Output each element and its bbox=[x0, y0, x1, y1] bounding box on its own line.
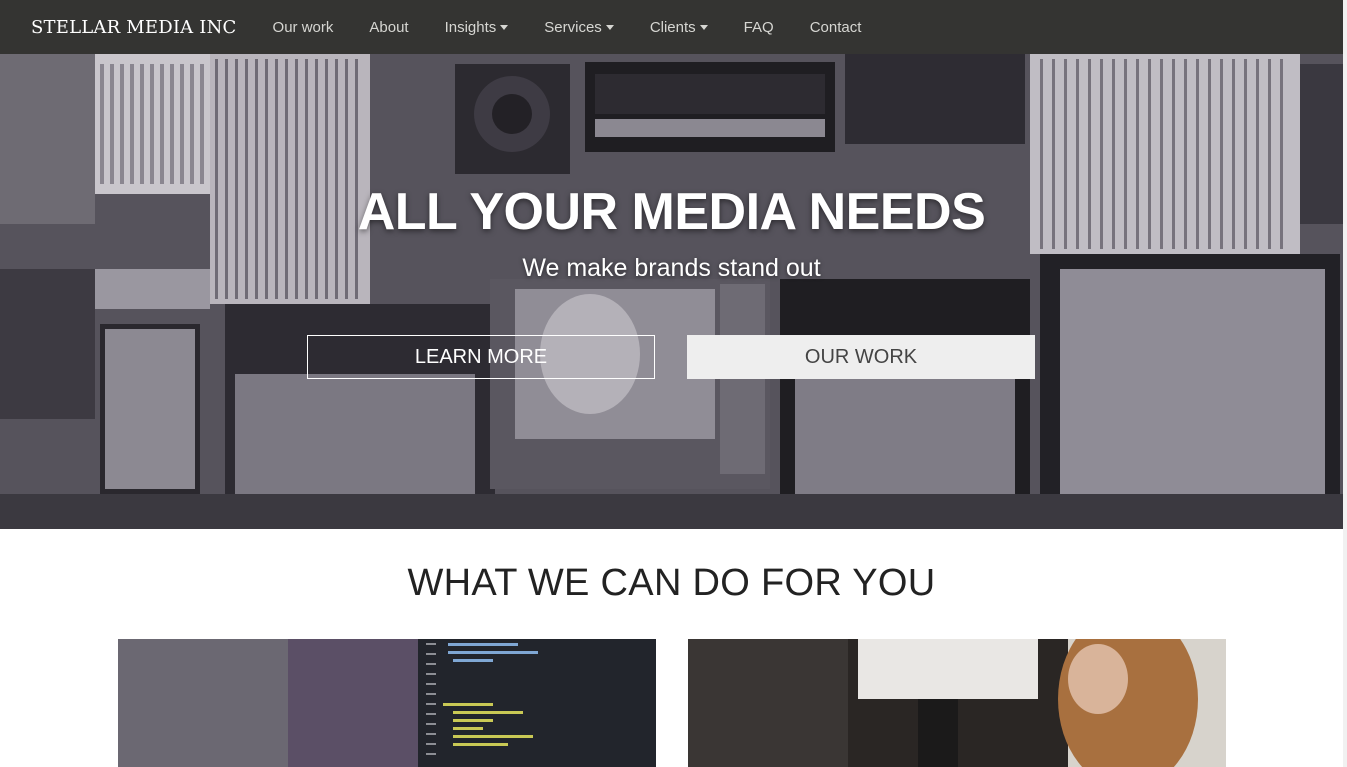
caret-down-icon bbox=[699, 25, 708, 30]
code-editor-photo bbox=[118, 639, 656, 767]
nav-item-label: About bbox=[369, 18, 409, 36]
hero-title: ALL YOUR MEDIA NEEDS bbox=[357, 183, 986, 241]
service-card-image-team[interactable] bbox=[688, 639, 1226, 767]
section-title: WHAT WE CAN DO FOR YOU bbox=[407, 562, 936, 604]
caret-down-icon bbox=[605, 25, 614, 30]
page-scrollbar[interactable] bbox=[1343, 0, 1347, 767]
our-work-button[interactable]: OUR WORK bbox=[687, 335, 1035, 379]
hero-background-image bbox=[0, 54, 1343, 529]
nav-item-label: Clients bbox=[649, 18, 696, 36]
nav-item-label: Contact bbox=[809, 18, 862, 36]
nav-item-label: Insights bbox=[444, 18, 497, 36]
hero-section: ALL YOUR MEDIA NEEDS We make brands stan… bbox=[0, 54, 1343, 529]
nav-item-services[interactable]: Services bbox=[526, 19, 632, 36]
nav-item-label: FAQ bbox=[743, 18, 774, 36]
learn-more-button[interactable]: LEARN MORE bbox=[307, 335, 655, 379]
nav-item-label: Our work bbox=[272, 18, 334, 36]
nav-item-our-work[interactable]: Our work bbox=[255, 19, 352, 36]
navbar: STELLAR MEDIA INC Our work About Insight… bbox=[0, 0, 1343, 54]
caret-down-icon bbox=[500, 25, 509, 30]
people-working-photo bbox=[688, 639, 1226, 767]
nav-item-about[interactable]: About bbox=[351, 19, 426, 36]
nav-links: Our work About Insights Services Clients… bbox=[255, 19, 880, 36]
service-card-image-code[interactable] bbox=[118, 639, 656, 767]
brand-logo[interactable]: STELLAR MEDIA INC bbox=[31, 17, 237, 38]
hero-subtitle: We make brands stand out bbox=[522, 254, 821, 282]
nav-item-faq[interactable]: FAQ bbox=[726, 19, 792, 36]
nav-item-contact[interactable]: Contact bbox=[792, 19, 880, 36]
nav-item-clients[interactable]: Clients bbox=[632, 19, 726, 36]
nav-item-label: Services bbox=[544, 18, 602, 36]
nav-item-insights[interactable]: Insights bbox=[427, 19, 527, 36]
